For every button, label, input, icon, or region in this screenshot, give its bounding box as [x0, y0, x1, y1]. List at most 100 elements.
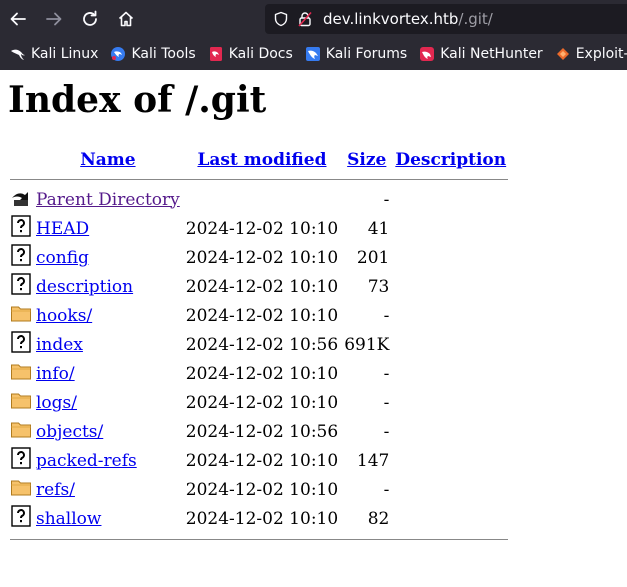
exploit-db-icon — [556, 48, 569, 60]
back-button[interactable] — [0, 0, 36, 38]
entry-modified: 2024-12-02 10:10 — [185, 305, 339, 326]
bookmark-exploit-db[interactable]: Exploit-DB — [555, 46, 627, 62]
divider-row — [10, 534, 509, 544]
divider-line — [10, 178, 509, 180]
entry-link[interactable]: index — [36, 335, 83, 355]
kali-dragon-icon — [11, 49, 25, 60]
directory-listing-table: Name Last modified Size Description Pare… — [8, 146, 510, 546]
entry-size: - — [383, 479, 390, 500]
entry-size: 147 — [356, 450, 390, 471]
entry-description — [393, 331, 508, 358]
folder-icon — [10, 393, 32, 416]
unknown-file-icon — [10, 505, 32, 532]
entry-description — [393, 476, 508, 503]
table-row: packed-refs 2024-12-02 10:10 147 — [10, 447, 508, 474]
entry-modified: 2024-12-02 10:10 — [185, 479, 339, 500]
entry-link[interactable]: refs/ — [36, 480, 75, 500]
column-header-modified[interactable]: Last modified — [184, 148, 340, 172]
arrow-right-icon — [46, 12, 62, 26]
bookmark-label: Exploit-DB — [575, 46, 627, 62]
url-bar[interactable]: dev.linkvortex.htb/.git/ — [265, 4, 627, 34]
column-header-size[interactable]: Size — [342, 148, 391, 172]
kali-forums-icon — [305, 47, 320, 61]
unknown-file-icon — [10, 215, 32, 242]
entry-modified: 2024-12-02 10:56 — [185, 421, 339, 442]
bookmark-label: Kali Tools — [131, 46, 196, 62]
bookmark-kali-linux[interactable]: Kali Linux — [10, 46, 98, 62]
entry-link[interactable]: Parent Directory — [36, 190, 180, 210]
bookmark-label: Kali Linux — [31, 46, 99, 62]
entry-modified: 2024-12-02 10:10 — [185, 450, 339, 471]
entry-modified — [184, 186, 340, 213]
folder-icon — [10, 422, 32, 445]
entry-link[interactable]: logs/ — [36, 393, 77, 413]
page-content: Index of /.git Name Last modified Size D… — [0, 70, 627, 540]
entry-description — [393, 273, 508, 300]
entry-description — [393, 505, 508, 532]
entry-description — [393, 389, 508, 416]
folder-icon — [10, 306, 32, 329]
entry-modified: 2024-12-02 10:10 — [185, 392, 339, 413]
entry-description — [393, 244, 508, 271]
table-row: shallow 2024-12-02 10:10 82 — [10, 505, 508, 532]
reload-icon — [83, 10, 97, 26]
entry-size: 201 — [356, 247, 390, 268]
url-host: dev.linkvortex.htb — [323, 10, 459, 28]
unknown-file-icon — [10, 273, 32, 300]
unknown-file-icon — [10, 447, 32, 474]
kali-docs-icon — [209, 47, 222, 61]
divider-row — [10, 174, 509, 184]
shield-icon[interactable] — [273, 11, 289, 27]
sort-by-modified-link[interactable]: Last modified — [197, 150, 326, 170]
entry-description — [393, 360, 508, 387]
kali-tools-icon — [111, 47, 126, 61]
bookmark-kali-docs[interactable]: Kali Docs — [208, 46, 293, 62]
entry-link[interactable]: objects/ — [36, 422, 103, 442]
unknown-file-icon — [10, 244, 32, 271]
folder-icon — [10, 364, 32, 387]
entry-link[interactable]: HEAD — [36, 219, 89, 239]
reload-button[interactable] — [72, 0, 108, 38]
table-row: objects/2024-12-02 10:56 - — [10, 418, 508, 445]
entry-link[interactable]: hooks/ — [36, 306, 92, 326]
entry-modified: 2024-12-02 10:10 — [185, 508, 339, 529]
bookmark-kali-tools[interactable]: Kali Tools — [110, 46, 196, 62]
entry-link[interactable]: description — [36, 277, 133, 297]
url-text[interactable]: dev.linkvortex.htb/.git/ — [323, 10, 493, 28]
sort-by-name-link[interactable]: Name — [80, 150, 135, 170]
table-row: config 2024-12-02 10:10 201 — [10, 244, 508, 271]
table-header-row: Name Last modified Size Description — [10, 148, 508, 172]
bookmark-kali-nethunter[interactable]: Kali NetHunter — [419, 46, 543, 62]
column-header-name[interactable]: Name — [34, 148, 182, 172]
arrow-left-icon — [10, 12, 26, 26]
url-path: /.git/ — [458, 10, 493, 28]
entry-modified: 2024-12-02 10:10 — [185, 363, 339, 384]
insecure-lock-icon[interactable] — [297, 11, 313, 27]
bookmark-kali-forums[interactable]: Kali Forums — [305, 46, 407, 62]
entry-link[interactable]: info/ — [36, 364, 75, 384]
entry-modified: 2024-12-02 10:10 — [185, 247, 339, 268]
entry-description — [393, 447, 508, 474]
column-header-description[interactable]: Description — [393, 148, 508, 172]
entry-link[interactable]: packed-refs — [36, 451, 137, 471]
table-row: info/2024-12-02 10:10 - — [10, 360, 508, 387]
entry-description — [393, 418, 508, 445]
entry-description — [393, 302, 508, 329]
table-row: description 2024-12-02 10:10 73 — [10, 273, 508, 300]
table-row: logs/2024-12-02 10:10 - — [10, 389, 508, 416]
entry-link[interactable]: config — [36, 248, 89, 268]
bookmarks-toolbar: Kali Linux Kali Tools Kali Docs Kali For… — [0, 38, 627, 70]
sort-by-description-link[interactable]: Description — [395, 150, 506, 170]
kali-nethunter-icon — [420, 47, 435, 61]
entry-description — [393, 215, 508, 242]
entry-size: 41 — [367, 218, 390, 239]
home-button[interactable] — [108, 0, 144, 38]
bookmark-label: Kali Docs — [228, 46, 293, 62]
forward-button[interactable] — [36, 0, 72, 38]
entry-link[interactable]: shallow — [36, 509, 101, 529]
page-title: Index of /.git — [8, 79, 267, 121]
sort-by-size-link[interactable]: Size — [347, 150, 386, 170]
entry-size: - — [383, 392, 390, 413]
bookmark-label: Kali Forums — [325, 46, 408, 62]
entry-description — [393, 186, 508, 213]
